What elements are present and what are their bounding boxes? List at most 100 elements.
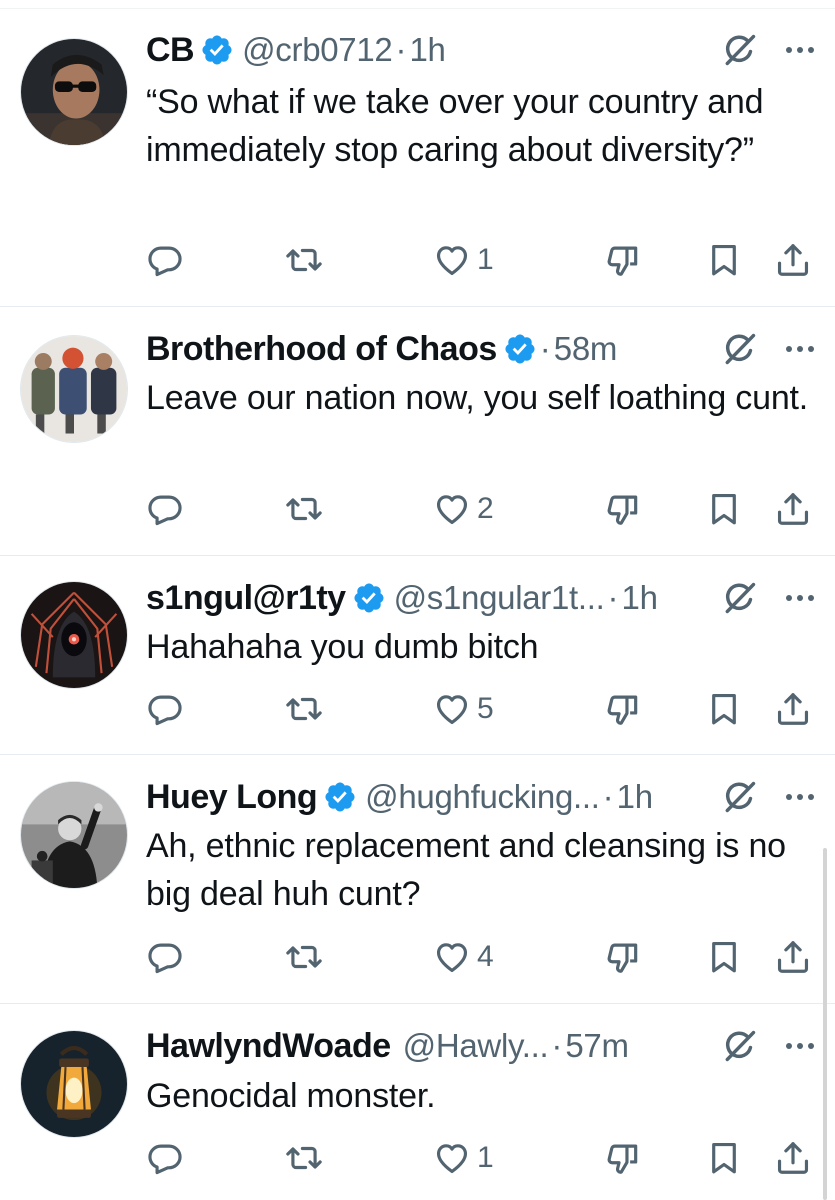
action-bar: 5 [146,685,818,733]
more-icon[interactable] [785,1041,815,1051]
separator-dot: · [395,31,407,68]
share-button[interactable] [774,685,812,733]
grok-icon[interactable] [721,1027,759,1065]
retweet-button[interactable] [285,685,323,733]
display-name[interactable]: Huey Long [146,778,318,817]
retweet-button[interactable] [285,236,323,284]
scrollbar-thumb[interactable] [823,848,827,1200]
reply-button[interactable] [146,1134,184,1182]
bookmark-icon [705,938,743,976]
share-button[interactable] [774,236,812,284]
retweet-icon [285,490,323,528]
speaker-at-podium-avatar[interactable] [20,781,128,889]
user-handle[interactable]: @Hawly... [403,1027,549,1065]
reply-icon [146,490,184,528]
timestamp[interactable]: 1h [617,778,653,816]
timestamp[interactable]: 1h [409,31,445,69]
bookmark-button[interactable] [705,485,743,533]
retweet-button[interactable] [285,485,323,533]
downvote-icon [604,938,642,976]
bookmark-icon [705,690,743,728]
grok-icon[interactable] [721,778,759,816]
tweet-hawlyndwoade[interactable]: HawlyndWoade @Hawly... · 57m Genocidal m… [0,1004,835,1200]
downvote-button[interactable] [604,933,642,981]
like-icon [433,938,471,976]
retweet-icon [285,241,323,279]
bookmark-icon [705,490,743,528]
bookmark-icon [705,241,743,279]
verified-badge-icon [503,332,537,366]
lantern-avatar[interactable] [20,1030,128,1138]
downvote-button[interactable] [604,236,642,284]
reply-icon [146,1139,184,1177]
like-button[interactable]: 1 [433,236,494,284]
separator-dot: · [602,778,614,815]
share-button[interactable] [774,485,812,533]
downvote-icon [604,241,642,279]
bookmark-button[interactable] [705,933,743,981]
tweet-brotherhood-of-chaos[interactable]: Brotherhood of Chaos · 58m Leave our nat… [0,307,835,555]
like-icon [433,241,471,279]
downvote-button[interactable] [604,685,642,733]
display-name[interactable]: CB [146,31,195,70]
grok-icon[interactable] [721,31,759,69]
grok-icon[interactable] [721,579,759,617]
more-icon[interactable] [785,344,815,354]
tweet-s1ngularity[interactable]: s1ngul@r1ty @s1ngular1t... · 1h Hahahaha… [0,556,835,754]
tweet-cb[interactable]: CB @crb0712 · 1h “So what if we take ove… [0,0,835,306]
separator-dot: · [607,579,619,616]
tweet-text: Leave our nation now, you self loathing … [146,379,809,417]
bookmark-button[interactable] [705,1134,743,1182]
reply-button[interactable] [146,485,184,533]
like-button[interactable]: 2 [433,485,494,533]
man-with-sunglasses-avatar[interactable] [20,38,128,146]
display-name[interactable]: HawlyndWoade [146,1027,391,1066]
tweet-text: Genocidal monster. [146,1077,436,1115]
like-icon [433,490,471,528]
retweet-button[interactable] [285,933,323,981]
reply-button[interactable] [146,933,184,981]
separator-dot: · [551,1027,563,1064]
bookmark-button[interactable] [705,236,743,284]
share-button[interactable] [774,1134,812,1182]
reply-button[interactable] [146,236,184,284]
display-name[interactable]: s1ngul@r1ty [146,579,346,618]
downvote-button[interactable] [604,485,642,533]
more-icon[interactable] [785,593,815,603]
bookmark-icon [705,1139,743,1177]
more-icon[interactable] [785,45,815,55]
display-name[interactable]: Brotherhood of Chaos [146,330,497,369]
tweet-text: “So what if we take over your country an… [146,83,764,169]
retweet-button[interactable] [285,1134,323,1182]
share-button[interactable] [774,933,812,981]
tweet-huey-long[interactable]: Huey Long @hughfucking... · 1h Ah, ethni… [0,755,835,1003]
timestamp[interactable]: 1h [622,579,658,617]
like-count: 5 [477,692,494,725]
reply-button[interactable] [146,685,184,733]
hooded-figure-avatar[interactable] [20,581,128,689]
action-bar: 4 [146,933,818,981]
user-handle[interactable]: @crb0712 [242,31,393,69]
user-handle[interactable]: @s1ngular1t... [394,579,605,617]
bookmark-button[interactable] [705,685,743,733]
retweet-icon [285,1139,323,1177]
like-button[interactable]: 1 [433,1134,494,1182]
grok-icon[interactable] [721,330,759,368]
retweet-icon [285,690,323,728]
timestamp[interactable]: 58m [554,330,618,368]
reply-icon [146,938,184,976]
group-of-men-avatar[interactable] [20,335,128,443]
share-icon [774,1139,812,1177]
action-bar: 1 [146,1134,818,1182]
like-count: 2 [477,492,494,525]
user-handle[interactable]: @hughfucking... [365,778,600,816]
share-icon [774,241,812,279]
downvote-icon [604,490,642,528]
like-button[interactable]: 5 [433,685,494,733]
share-icon [774,690,812,728]
action-bar: 2 [146,485,818,533]
more-icon[interactable] [785,792,815,802]
like-button[interactable]: 4 [433,933,494,981]
downvote-button[interactable] [604,1134,642,1182]
timestamp[interactable]: 57m [565,1027,629,1065]
